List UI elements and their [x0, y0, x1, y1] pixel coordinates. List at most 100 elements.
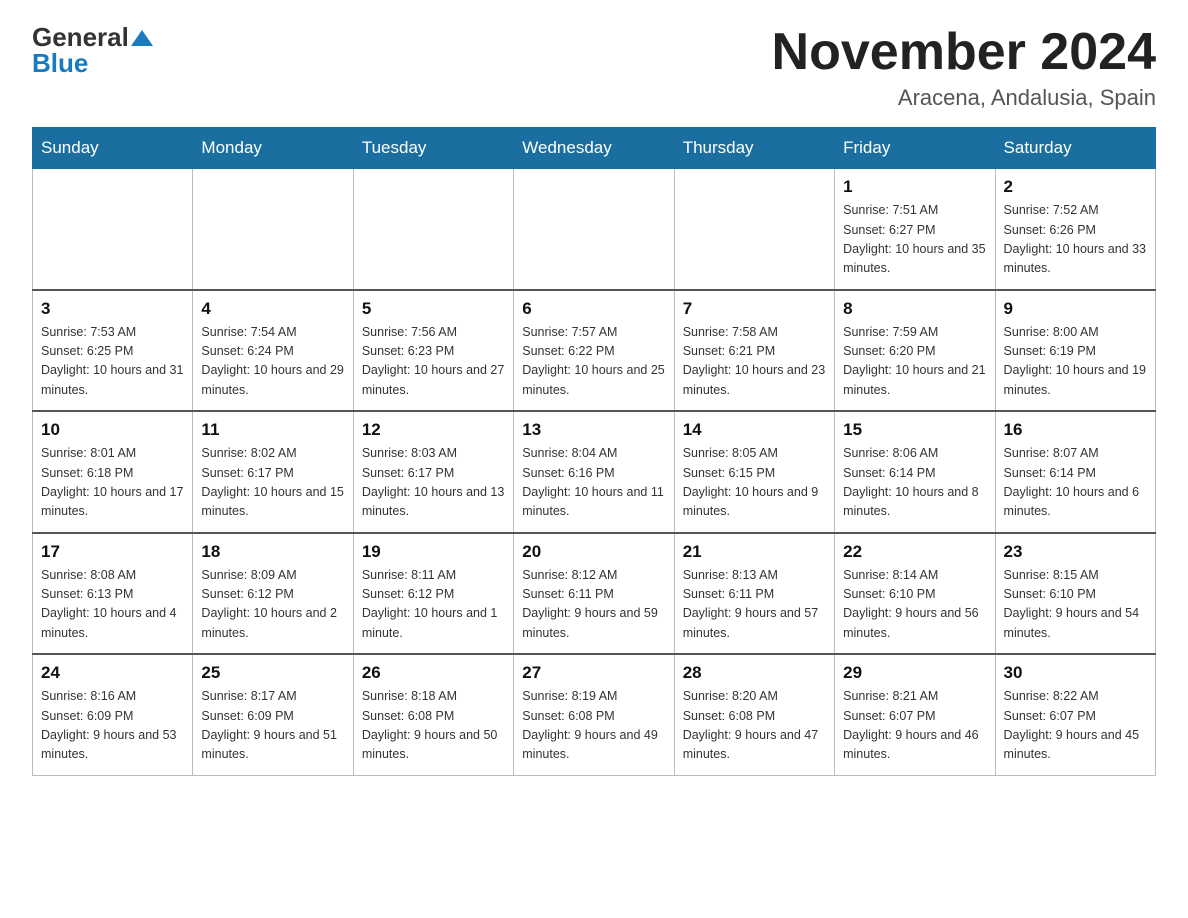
month-title: November 2024 — [772, 24, 1156, 81]
day-number: 10 — [41, 420, 184, 440]
logo-general-text: General — [32, 24, 129, 50]
calendar-cell — [33, 169, 193, 290]
calendar-cell: 2 Sunrise: 7:52 AM Sunset: 6:26 PM Daylig… — [995, 169, 1155, 290]
day-number: 7 — [683, 299, 826, 319]
day-info: Sunrise: 7:57 AM Sunset: 6:22 PM Dayligh… — [522, 323, 665, 401]
calendar-week-row: 17 Sunrise: 8:08 AM Sunset: 6:13 PM Dayli… — [33, 533, 1156, 655]
day-number: 1 — [843, 177, 986, 197]
day-number: 20 — [522, 542, 665, 562]
calendar-cell: 4 Sunrise: 7:54 AM Sunset: 6:24 PM Daylig… — [193, 290, 353, 412]
day-info: Sunrise: 8:01 AM Sunset: 6:18 PM Dayligh… — [41, 444, 184, 522]
calendar-cell: 26 Sunrise: 8:18 AM Sunset: 6:08 PM Dayli… — [353, 654, 513, 775]
calendar-cell: 19 Sunrise: 8:11 AM Sunset: 6:12 PM Dayli… — [353, 533, 513, 655]
calendar-cell: 23 Sunrise: 8:15 AM Sunset: 6:10 PM Dayli… — [995, 533, 1155, 655]
day-info: Sunrise: 8:16 AM Sunset: 6:09 PM Dayligh… — [41, 687, 184, 765]
day-number: 26 — [362, 663, 505, 683]
calendar-cell: 20 Sunrise: 8:12 AM Sunset: 6:11 PM Dayli… — [514, 533, 674, 655]
day-number: 17 — [41, 542, 184, 562]
day-info: Sunrise: 7:56 AM Sunset: 6:23 PM Dayligh… — [362, 323, 505, 401]
day-info: Sunrise: 7:51 AM Sunset: 6:27 PM Dayligh… — [843, 201, 986, 279]
calendar-cell — [193, 169, 353, 290]
day-number: 13 — [522, 420, 665, 440]
weekday-header: Saturday — [995, 128, 1155, 169]
day-number: 3 — [41, 299, 184, 319]
day-number: 24 — [41, 663, 184, 683]
weekday-header: Sunday — [33, 128, 193, 169]
day-number: 22 — [843, 542, 986, 562]
day-number: 12 — [362, 420, 505, 440]
day-info: Sunrise: 8:05 AM Sunset: 6:15 PM Dayligh… — [683, 444, 826, 522]
day-info: Sunrise: 7:53 AM Sunset: 6:25 PM Dayligh… — [41, 323, 184, 401]
calendar-week-row: 3 Sunrise: 7:53 AM Sunset: 6:25 PM Daylig… — [33, 290, 1156, 412]
page-header: General Blue November 2024 Aracena, Anda… — [32, 24, 1156, 111]
day-info: Sunrise: 8:03 AM Sunset: 6:17 PM Dayligh… — [362, 444, 505, 522]
calendar-cell: 13 Sunrise: 8:04 AM Sunset: 6:16 PM Dayli… — [514, 411, 674, 533]
day-info: Sunrise: 8:04 AM Sunset: 6:16 PM Dayligh… — [522, 444, 665, 522]
day-info: Sunrise: 8:09 AM Sunset: 6:12 PM Dayligh… — [201, 566, 344, 644]
day-info: Sunrise: 8:06 AM Sunset: 6:14 PM Dayligh… — [843, 444, 986, 522]
day-info: Sunrise: 8:18 AM Sunset: 6:08 PM Dayligh… — [362, 687, 505, 765]
calendar-cell: 9 Sunrise: 8:00 AM Sunset: 6:19 PM Daylig… — [995, 290, 1155, 412]
day-number: 19 — [362, 542, 505, 562]
calendar-cell: 10 Sunrise: 8:01 AM Sunset: 6:18 PM Dayli… — [33, 411, 193, 533]
day-number: 29 — [843, 663, 986, 683]
day-info: Sunrise: 8:11 AM Sunset: 6:12 PM Dayligh… — [362, 566, 505, 644]
day-info: Sunrise: 7:58 AM Sunset: 6:21 PM Dayligh… — [683, 323, 826, 401]
calendar-cell: 25 Sunrise: 8:17 AM Sunset: 6:09 PM Dayli… — [193, 654, 353, 775]
day-info: Sunrise: 7:54 AM Sunset: 6:24 PM Dayligh… — [201, 323, 344, 401]
day-info: Sunrise: 7:52 AM Sunset: 6:26 PM Dayligh… — [1004, 201, 1147, 279]
weekday-header: Thursday — [674, 128, 834, 169]
weekday-header: Tuesday — [353, 128, 513, 169]
day-number: 11 — [201, 420, 344, 440]
weekday-header: Wednesday — [514, 128, 674, 169]
day-number: 5 — [362, 299, 505, 319]
day-number: 21 — [683, 542, 826, 562]
day-info: Sunrise: 7:59 AM Sunset: 6:20 PM Dayligh… — [843, 323, 986, 401]
day-number: 28 — [683, 663, 826, 683]
day-number: 6 — [522, 299, 665, 319]
calendar-cell — [514, 169, 674, 290]
calendar-cell — [353, 169, 513, 290]
calendar-cell: 1 Sunrise: 7:51 AM Sunset: 6:27 PM Daylig… — [835, 169, 995, 290]
day-info: Sunrise: 8:07 AM Sunset: 6:14 PM Dayligh… — [1004, 444, 1147, 522]
day-number: 2 — [1004, 177, 1147, 197]
calendar-cell: 11Sunrise: 8:02 AM Sunset: 6:17 PM Dayli… — [193, 411, 353, 533]
calendar-cell: 29 Sunrise: 8:21 AM Sunset: 6:07 PM Dayli… — [835, 654, 995, 775]
calendar-table: SundayMondayTuesdayWednesdayThursdayFrid… — [32, 127, 1156, 776]
day-number: 27 — [522, 663, 665, 683]
logo-blue-text: Blue — [32, 48, 88, 78]
day-info: Sunrise: 8:20 AM Sunset: 6:08 PM Dayligh… — [683, 687, 826, 765]
day-info: Sunrise: 8:21 AM Sunset: 6:07 PM Dayligh… — [843, 687, 986, 765]
day-number: 8 — [843, 299, 986, 319]
calendar-cell: 14Sunrise: 8:05 AM Sunset: 6:15 PM Dayli… — [674, 411, 834, 533]
calendar-cell: 18Sunrise: 8:09 AM Sunset: 6:12 PM Dayli… — [193, 533, 353, 655]
day-number: 4 — [201, 299, 344, 319]
day-info: Sunrise: 8:14 AM Sunset: 6:10 PM Dayligh… — [843, 566, 986, 644]
calendar-cell: 30Sunrise: 8:22 AM Sunset: 6:07 PM Dayli… — [995, 654, 1155, 775]
day-number: 25 — [201, 663, 344, 683]
title-block: November 2024 Aracena, Andalusia, Spain — [772, 24, 1156, 111]
day-info: Sunrise: 8:08 AM Sunset: 6:13 PM Dayligh… — [41, 566, 184, 644]
day-info: Sunrise: 8:15 AM Sunset: 6:10 PM Dayligh… — [1004, 566, 1147, 644]
calendar-cell: 24 Sunrise: 8:16 AM Sunset: 6:09 PM Dayli… — [33, 654, 193, 775]
day-info: Sunrise: 8:17 AM Sunset: 6:09 PM Dayligh… — [201, 687, 344, 765]
calendar-week-row: 24 Sunrise: 8:16 AM Sunset: 6:09 PM Dayli… — [33, 654, 1156, 775]
calendar-header-row: SundayMondayTuesdayWednesdayThursdayFrid… — [33, 128, 1156, 169]
calendar-cell: 16 Sunrise: 8:07 AM Sunset: 6:14 PM Dayli… — [995, 411, 1155, 533]
calendar-cell: 27 Sunrise: 8:19 AM Sunset: 6:08 PM Dayli… — [514, 654, 674, 775]
calendar-cell: 3 Sunrise: 7:53 AM Sunset: 6:25 PM Daylig… — [33, 290, 193, 412]
weekday-header: Friday — [835, 128, 995, 169]
day-number: 30 — [1004, 663, 1147, 683]
calendar-week-row: 1 Sunrise: 7:51 AM Sunset: 6:27 PM Daylig… — [33, 169, 1156, 290]
day-info: Sunrise: 8:00 AM Sunset: 6:19 PM Dayligh… — [1004, 323, 1147, 401]
location-title: Aracena, Andalusia, Spain — [772, 85, 1156, 111]
day-info: Sunrise: 8:12 AM Sunset: 6:11 PM Dayligh… — [522, 566, 665, 644]
day-number: 23 — [1004, 542, 1147, 562]
calendar-cell: 15Sunrise: 8:06 AM Sunset: 6:14 PM Dayli… — [835, 411, 995, 533]
day-number: 16 — [1004, 420, 1147, 440]
day-info: Sunrise: 8:19 AM Sunset: 6:08 PM Dayligh… — [522, 687, 665, 765]
day-number: 9 — [1004, 299, 1147, 319]
calendar-cell: 7 Sunrise: 7:58 AM Sunset: 6:21 PM Daylig… — [674, 290, 834, 412]
day-info: Sunrise: 8:13 AM Sunset: 6:11 PM Dayligh… — [683, 566, 826, 644]
calendar-cell: 28 Sunrise: 8:20 AM Sunset: 6:08 PM Dayli… — [674, 654, 834, 775]
